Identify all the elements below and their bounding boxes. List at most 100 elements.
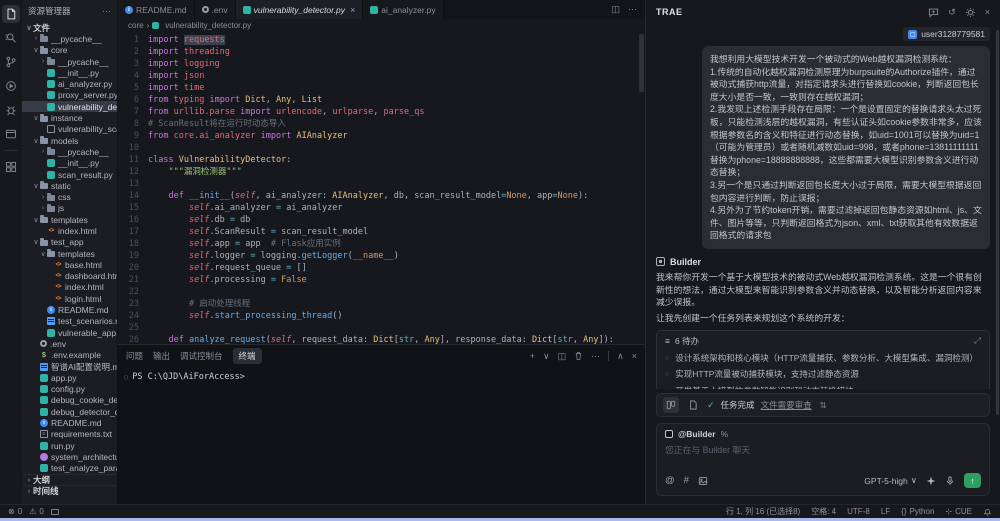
sidebar-section-大纲[interactable]: ›大纲 bbox=[22, 474, 117, 485]
cue-extension[interactable]: ⊹ CUE bbox=[945, 507, 972, 516]
code-line[interactable]: 23 # 启动处理线程 bbox=[118, 298, 645, 310]
code-line[interactable]: 10 bbox=[118, 142, 645, 154]
task-item[interactable]: ○实现HTTP流量被动捕获模块，支持过滤静态资源 bbox=[657, 367, 989, 384]
tree-item[interactable]: index.html bbox=[22, 225, 117, 236]
tree-item[interactable]: test_analyze_paramet... bbox=[22, 463, 117, 474]
chat-scrollbar[interactable] bbox=[996, 30, 999, 415]
code-line[interactable]: 14 def __init__(self, ai_analyzer: AIAna… bbox=[118, 190, 645, 202]
code-line[interactable]: 12 """漏洞检测器""" bbox=[118, 166, 645, 178]
tree-item[interactable]: ∨templates bbox=[22, 214, 117, 225]
activity-extensions-button[interactable] bbox=[2, 158, 20, 176]
code-line[interactable]: 15 self.ai_analyzer = ai_analyzer bbox=[118, 202, 645, 214]
code-line[interactable]: 19 self.logger = logging.getLogger(__nam… bbox=[118, 250, 645, 262]
code-line[interactable]: 1import requests bbox=[118, 34, 645, 46]
tree-item[interactable]: scan_result.py bbox=[22, 169, 117, 180]
tab-vulnerability-detector[interactable]: vulnerability_detector.py × bbox=[236, 0, 364, 19]
eol-setting[interactable]: LF bbox=[881, 507, 890, 516]
file-view-button[interactable] bbox=[685, 397, 701, 413]
code-editor[interactable]: 1import requests2import threading3import… bbox=[118, 32, 645, 344]
notification-bell-icon[interactable] bbox=[983, 507, 992, 516]
enhance-prompt-icon[interactable] bbox=[926, 476, 936, 486]
context-icon[interactable]: # bbox=[684, 475, 689, 486]
tree-item[interactable]: system_architecture_d... bbox=[22, 451, 117, 462]
breadcrumb-file[interactable]: vulnerability_detector.py bbox=[165, 21, 251, 30]
tree-item[interactable]: vulnerability_scann... bbox=[22, 124, 117, 135]
panel-tab-终端[interactable]: 终端 bbox=[233, 348, 262, 364]
maximize-panel-icon[interactable]: ∧ bbox=[617, 351, 624, 362]
activity-testing-button[interactable] bbox=[2, 101, 20, 119]
code-line[interactable]: 6from typing import Dict, Any, List bbox=[118, 94, 645, 106]
tree-item[interactable]: debug_detector_queu... bbox=[22, 406, 117, 417]
new-terminal-icon[interactable]: + bbox=[530, 351, 535, 361]
tree-item[interactable]: ∨static bbox=[22, 180, 117, 191]
tree-item[interactable]: index.html bbox=[22, 282, 117, 293]
close-icon[interactable]: × bbox=[350, 5, 355, 15]
microphone-icon[interactable] bbox=[945, 476, 955, 486]
agent-checkbox-icon[interactable] bbox=[665, 430, 673, 438]
cursor-position[interactable]: 行 1, 列 16 (已选择8) bbox=[726, 506, 800, 517]
tab-readme[interactable]: README.md bbox=[118, 0, 195, 19]
tree-item[interactable]: ∨instance bbox=[22, 112, 117, 123]
code-line[interactable]: 8# ScanResult将在运行时动态导入 bbox=[118, 118, 645, 130]
tree-item[interactable]: requirements.txt bbox=[22, 429, 117, 440]
tree-item[interactable]: 智谱AI配置说明.md bbox=[22, 361, 117, 372]
tree-item[interactable]: ∨core bbox=[22, 45, 117, 56]
code-line[interactable]: 20 self.request_queue = [] bbox=[118, 262, 645, 274]
tab-ai-analyzer[interactable]: ai_analyzer.py bbox=[363, 0, 443, 19]
tree-item[interactable]: .env bbox=[22, 338, 117, 349]
task-item[interactable]: ○设计系统架构和核心模块（HTTP流量捕获、参数分析、大模型集成、漏洞检测） bbox=[657, 350, 989, 367]
code-line[interactable]: 3import logging bbox=[118, 58, 645, 70]
task-list-header[interactable]: ≡ 6 待办 ⤢ bbox=[657, 331, 989, 350]
code-line[interactable]: 7from urllib.parse import urlencode, url… bbox=[118, 106, 645, 118]
tree-item[interactable]: base.html bbox=[22, 259, 117, 270]
tree-item[interactable]: ∨templates bbox=[22, 248, 117, 259]
errors-indicator[interactable]: ⊗ 0 bbox=[8, 507, 22, 516]
breadcrumb[interactable]: core › vulnerability_detector.py bbox=[118, 19, 645, 32]
image-upload-icon[interactable] bbox=[698, 476, 708, 486]
chat-input[interactable] bbox=[657, 439, 989, 471]
tree-item[interactable]: __init__.py bbox=[22, 67, 117, 78]
new-chat-icon[interactable] bbox=[928, 7, 939, 18]
task-view-button[interactable] bbox=[663, 397, 679, 413]
tree-item[interactable]: vulnerable_app.py bbox=[22, 327, 117, 338]
tree-item[interactable]: README.md bbox=[22, 417, 117, 428]
code-line[interactable]: 11class VulnerabilityDetector: bbox=[118, 154, 645, 166]
more-actions-icon[interactable]: ⋯ bbox=[102, 6, 111, 17]
tree-item[interactable]: debug_cookie_detecti... bbox=[22, 395, 117, 406]
split-editor-icon[interactable]: ◫ bbox=[611, 4, 620, 15]
terminal-dropdown-icon[interactable]: ∨ bbox=[543, 351, 550, 362]
tab-env[interactable]: .env bbox=[195, 0, 236, 19]
code-line[interactable]: 25 bbox=[118, 322, 645, 334]
close-panel-icon[interactable]: × bbox=[632, 351, 637, 361]
code-line[interactable]: 13 bbox=[118, 178, 645, 190]
activity-search-button[interactable] bbox=[2, 29, 20, 47]
tree-item[interactable]: ›__pycache__ bbox=[22, 146, 117, 157]
tree-item[interactable]: vulnerability_detect... bbox=[22, 101, 117, 112]
encoding[interactable]: UTF-8 bbox=[847, 507, 870, 516]
code-line[interactable]: 5import time bbox=[118, 82, 645, 94]
breadcrumb-folder[interactable]: core bbox=[128, 21, 144, 30]
code-line[interactable]: 4import json bbox=[118, 70, 645, 82]
tree-item[interactable]: app.py bbox=[22, 372, 117, 383]
code-line[interactable]: 26 def analyze_request(self, request_dat… bbox=[118, 334, 645, 344]
editor-scrollbar[interactable] bbox=[639, 34, 644, 92]
sort-icon[interactable]: ⇅ bbox=[820, 400, 827, 411]
mention-icon[interactable]: @ bbox=[665, 475, 675, 486]
tree-item[interactable]: .env.example bbox=[22, 350, 117, 361]
code-line[interactable]: 22 bbox=[118, 286, 645, 298]
code-line[interactable]: 21 self.processing = False bbox=[118, 274, 645, 286]
tree-item[interactable]: dashboard.html bbox=[22, 271, 117, 282]
code-line[interactable]: 9from core.ai_analyzer import AIAnalyzer bbox=[118, 130, 645, 142]
activity-run-debug-button[interactable] bbox=[2, 77, 20, 95]
tree-item[interactable]: ai_analyzer.py bbox=[22, 78, 117, 89]
tree-item[interactable]: config.py bbox=[22, 384, 117, 395]
kill-terminal-icon[interactable] bbox=[574, 351, 583, 361]
activity-source-control-button[interactable] bbox=[2, 53, 20, 71]
panel-tab-输出[interactable]: 输出 bbox=[153, 350, 170, 362]
code-line[interactable]: 18 self.app = app # Flask应用实例 bbox=[118, 238, 645, 250]
code-line[interactable]: 16 self.db = db bbox=[118, 214, 645, 226]
tree-item[interactable]: ›__pycache__ bbox=[22, 33, 117, 44]
settings-gear-icon[interactable] bbox=[965, 7, 976, 18]
panel-tab-调试控制台[interactable]: 调试控制台 bbox=[180, 350, 223, 362]
feedback-icon[interactable] bbox=[51, 509, 59, 515]
